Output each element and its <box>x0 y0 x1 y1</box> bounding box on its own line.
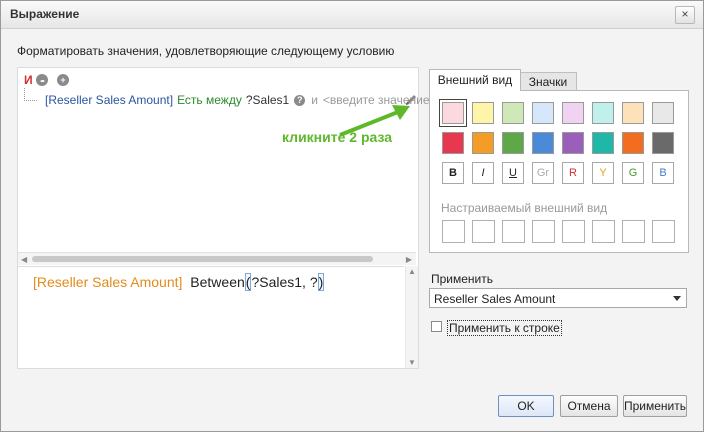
apply-to-combo[interactable]: Reseller Sales Amount <box>429 288 687 308</box>
tree-connector <box>24 88 37 101</box>
swatch-light-4[interactable] <box>532 102 554 124</box>
swatch-light-6[interactable] <box>592 102 614 124</box>
format-button-3[interactable]: U <box>502 162 524 184</box>
swatch-dark-2[interactable] <box>472 132 494 154</box>
hint-text: кликните 2 раза <box>282 129 393 145</box>
format-button-4[interactable]: Gr <box>532 162 554 184</box>
tab-appearance[interactable]: Внешний вид <box>429 69 521 91</box>
apply-to-value: Reseller Sales Amount <box>434 292 556 306</box>
function-name: Between <box>190 274 245 290</box>
close-button[interactable]: × <box>675 6 695 24</box>
group-menu-icon[interactable]: ••• <box>36 74 48 86</box>
tab-icons[interactable]: Значки <box>519 72 577 91</box>
custom-slot-5[interactable] <box>562 220 585 243</box>
format-button-7[interactable]: G <box>622 162 644 184</box>
swatch-light-7[interactable] <box>622 102 644 124</box>
format-button-1[interactable]: B <box>442 162 464 184</box>
window-title: Выражение <box>10 7 80 21</box>
help-icon[interactable]: ? <box>294 95 306 107</box>
add-condition-icon[interactable]: + <box>57 74 69 86</box>
vertical-scrollbar[interactable]: ▲ ▼ <box>405 266 418 368</box>
appearance-panel: Внешний вид Значки B I U Gr R Y G B Настраиваем… <box>429 67 689 253</box>
custom-slot-4[interactable] <box>532 220 555 243</box>
format-button-2[interactable]: I <box>472 162 494 184</box>
expression-function: Between(?Sales1, ?) <box>190 273 325 291</box>
chevron-down-icon[interactable] <box>673 296 681 301</box>
scroll-thumb[interactable] <box>32 256 373 262</box>
dialog-subtitle: Форматировать значения, удовлетворяющие … <box>17 44 395 58</box>
cancel-button[interactable]: Отмена <box>560 395 618 417</box>
format-button-8[interactable]: B <box>652 162 674 184</box>
close-paren: ) <box>317 273 325 291</box>
swatch-dark-7[interactable] <box>622 132 644 154</box>
apply-to-label: Применить <box>431 272 494 286</box>
expression-line: [Reseller Sales Amount] Between(?Sales1,… <box>33 273 325 291</box>
swatch-light-2[interactable] <box>472 102 494 124</box>
swatch-light-8[interactable] <box>652 102 674 124</box>
apply-to-row-checkbox[interactable] <box>431 321 442 332</box>
custom-slot-8[interactable] <box>652 220 675 243</box>
appearance-tab-body: B I U Gr R Y G B Настраиваемый внешний вид <box>429 90 689 253</box>
expression-field: [Reseller Sales Amount] <box>33 274 183 290</box>
custom-slot-2[interactable] <box>472 220 495 243</box>
expression-text-editor[interactable]: [Reseller Sales Amount] Between(?Sales1,… <box>18 266 404 369</box>
group-operator[interactable]: И <box>24 73 33 87</box>
custom-slot-1[interactable] <box>442 220 465 243</box>
title-bar[interactable]: Выражение × <box>1 1 703 29</box>
custom-slot-6[interactable] <box>592 220 615 243</box>
ok-button[interactable]: OK <box>498 395 554 417</box>
format-button-6[interactable]: Y <box>592 162 614 184</box>
swatch-dark-8[interactable] <box>652 132 674 154</box>
custom-slot-7[interactable] <box>622 220 645 243</box>
condition-field[interactable]: [Reseller Sales Amount] <box>45 93 173 107</box>
custom-slot-3[interactable] <box>502 220 525 243</box>
swatch-dark-3[interactable] <box>502 132 524 154</box>
custom-appearance-title: Настраиваемый внешний вид <box>441 201 608 215</box>
scroll-down-icon[interactable]: ▼ <box>408 358 416 367</box>
scroll-right-icon[interactable]: ▶ <box>406 255 412 264</box>
swatch-light-3[interactable] <box>502 102 524 124</box>
apply-to-row-label[interactable]: Применить к строке <box>447 320 562 336</box>
swatch-dark-4[interactable] <box>532 132 554 154</box>
swatch-light-5[interactable] <box>562 102 584 124</box>
condition-operator[interactable]: Есть между <box>177 93 242 107</box>
function-args: ?Sales1, ? <box>251 274 318 290</box>
condition-editor-panel: И ••• + [Reseller Sales Amount] Есть межд… <box>17 67 437 369</box>
scroll-up-icon[interactable]: ▲ <box>408 267 416 276</box>
apply-button[interactable]: Применить <box>623 395 687 417</box>
condition-parameter[interactable]: ?Sales1 <box>246 93 289 107</box>
format-button-5[interactable]: R <box>562 162 584 184</box>
swatch-dark-1[interactable] <box>442 132 464 154</box>
swatch-light-1[interactable] <box>439 99 467 127</box>
and-word: и <box>311 93 318 107</box>
swatch-dark-5[interactable] <box>562 132 584 154</box>
scroll-left-icon[interactable]: ◀ <box>21 255 27 264</box>
swatch-dark-6[interactable] <box>592 132 614 154</box>
horizontal-scrollbar[interactable]: ◀ ▶ <box>18 252 416 265</box>
expression-dialog: Выражение × Форматировать значения, удов… <box>0 0 704 432</box>
